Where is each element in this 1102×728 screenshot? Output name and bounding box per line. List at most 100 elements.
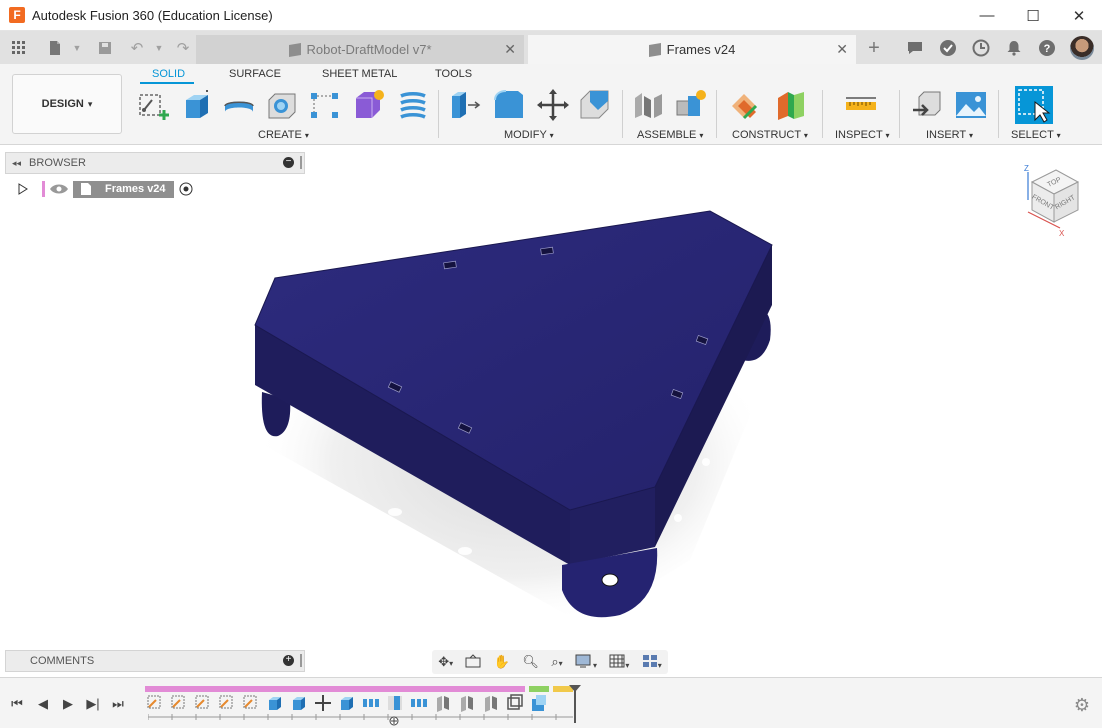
grid-settings-icon[interactable]: ▾ [609, 654, 629, 671]
orbit-icon[interactable]: ✥▾ [438, 654, 453, 670]
play-icon[interactable]: ▶ [59, 695, 77, 713]
save-icon[interactable] [94, 37, 116, 59]
offset-plane-icon[interactable] [730, 88, 764, 122]
new-component-icon[interactable] [674, 88, 708, 122]
job-status-icon[interactable] [935, 35, 961, 61]
insert-derive-icon[interactable] [911, 88, 945, 122]
collapse-panel-icon[interactable]: ◂◂ [12, 158, 21, 169]
shell-chamfer-icon[interactable] [578, 88, 612, 122]
help-icon[interactable]: ? [1034, 35, 1060, 61]
tab-solid[interactable]: SOLID [152, 68, 185, 80]
measure-icon[interactable] [844, 88, 878, 122]
component-feature-icon[interactable] [530, 694, 548, 712]
joint-feature-icon[interactable] [458, 694, 476, 712]
extrude-feature-icon[interactable] [338, 694, 356, 712]
sketch-feature-icon[interactable] [194, 694, 212, 712]
rectangular-pattern-icon[interactable] [308, 88, 342, 122]
tab-robot-draftmodel[interactable]: Robot-DraftModel v7* ✕ [196, 35, 524, 64]
step-forward-icon[interactable]: ▶| [84, 695, 102, 713]
extrude-feature-icon[interactable] [266, 694, 284, 712]
viewports-icon[interactable]: ▾ [642, 654, 662, 671]
plane-at-angle-icon[interactable] [775, 88, 809, 122]
pattern-feature-icon[interactable] [410, 694, 428, 712]
workspace-switcher[interactable]: DESIGN ▾ [12, 74, 122, 134]
fillet-icon[interactable] [492, 88, 526, 122]
create-form-icon[interactable] [352, 88, 386, 122]
tab-frames[interactable]: Frames v24 ✕ [528, 35, 856, 64]
clock-icon[interactable] [968, 35, 994, 61]
box-feature-icon[interactable] [506, 694, 524, 712]
maximize-button[interactable]: ☐ [1010, 0, 1056, 31]
look-at-icon[interactable] [465, 653, 481, 671]
expand-arrow-icon[interactable] [18, 183, 28, 195]
pan-icon[interactable]: ✋ [494, 654, 510, 670]
zoom-icon[interactable]: 🔍︎ [522, 654, 539, 670]
comment-icon[interactable] [902, 35, 928, 61]
tab-surface[interactable]: SURFACE [229, 68, 281, 80]
minimize-button[interactable]: — [964, 0, 1010, 31]
go-to-start-icon[interactable]: ⏮ [8, 695, 26, 713]
undo-dropdown-icon[interactable]: ▼ [148, 37, 170, 59]
joint-feature-icon[interactable] [482, 694, 500, 712]
close-tab-icon[interactable]: ✕ [504, 41, 516, 58]
fit-icon[interactable]: ⌕▾ [551, 654, 562, 670]
coil-icon[interactable] [396, 88, 430, 122]
plus-icon[interactable]: + [862, 36, 886, 60]
hole-icon[interactable] [265, 88, 299, 122]
browser-root-item[interactable]: Frames v24 [18, 179, 194, 199]
close-tab-icon[interactable]: ✕ [836, 41, 848, 58]
undo-icon[interactable]: ↶ [126, 37, 148, 59]
3d-viewport[interactable]: TOP FRONT RIGHT Z X [0, 145, 1102, 677]
redo-icon[interactable]: ↷ [172, 37, 194, 59]
activate-radio-icon[interactable] [178, 181, 194, 197]
file-icon[interactable] [44, 37, 66, 59]
viewcube[interactable]: TOP FRONT RIGHT Z X [1018, 160, 1084, 238]
file-dropdown-icon[interactable]: ▼ [66, 37, 88, 59]
create-group-label[interactable]: CREATE ▾ [258, 129, 309, 141]
move-copy-icon[interactable] [536, 88, 570, 122]
create-sketch-icon[interactable] [137, 88, 171, 122]
robot-frame-model[interactable] [0, 145, 1102, 677]
go-to-end-icon[interactable]: ⏭ [109, 695, 127, 713]
joint-feature-icon[interactable] [434, 694, 452, 712]
minus-circle-icon[interactable]: − [283, 157, 294, 168]
timeline-expand-icon[interactable] [389, 716, 399, 726]
sketch-feature-icon[interactable] [170, 694, 188, 712]
sketch-feature-icon[interactable] [146, 694, 164, 712]
tab-sheet-metal[interactable]: SHEET METAL [322, 68, 397, 80]
modify-group-label[interactable]: MODIFY ▾ [504, 129, 554, 141]
panel-grip-icon[interactable] [300, 654, 302, 667]
root-component-chip[interactable]: Frames v24 [73, 180, 174, 198]
move-feature-icon[interactable] [314, 694, 332, 712]
joint-icon[interactable] [632, 88, 666, 122]
hole-feature-icon[interactable] [386, 694, 404, 712]
inspect-group-label[interactable]: INSPECT ▾ [835, 129, 890, 141]
pattern-feature-icon[interactable] [362, 694, 380, 712]
construct-group-label[interactable]: CONSTRUCT ▾ [732, 129, 808, 141]
tab-tools[interactable]: TOOLS [435, 68, 472, 80]
apps-grid-icon[interactable] [8, 37, 30, 59]
revolve-icon[interactable] [222, 88, 256, 122]
press-pull-icon[interactable] [448, 88, 482, 122]
assemble-group-label[interactable]: ASSEMBLE ▾ [637, 129, 703, 141]
close-window-button[interactable]: ✕ [1056, 0, 1102, 31]
eye-icon[interactable] [49, 182, 69, 196]
select-icon[interactable] [1015, 86, 1053, 124]
avatar[interactable] [1070, 36, 1094, 60]
sketch-feature-icon[interactable] [218, 694, 236, 712]
select-group-label[interactable]: SELECT ▾ [1011, 129, 1061, 141]
gear-icon[interactable]: ⚙ [1074, 695, 1090, 716]
extrude-feature-icon[interactable] [290, 694, 308, 712]
step-back-icon[interactable]: ◀ [34, 695, 52, 713]
extrude-icon[interactable] [180, 88, 214, 122]
add-comment-icon[interactable]: + [283, 655, 294, 666]
bell-icon[interactable] [1001, 35, 1027, 61]
panel-grip-icon[interactable] [300, 156, 302, 169]
browser-panel-header[interactable]: ◂◂ BROWSER − [5, 152, 305, 174]
timeline-marker[interactable] [569, 685, 581, 725]
display-settings-icon[interactable]: ▾ [575, 654, 597, 671]
sketch-feature-icon[interactable] [242, 694, 260, 712]
insert-canvas-icon[interactable] [954, 88, 988, 122]
comments-panel-header[interactable]: COMMENTS + [5, 650, 305, 672]
insert-group-label[interactable]: INSERT ▾ [926, 129, 973, 141]
